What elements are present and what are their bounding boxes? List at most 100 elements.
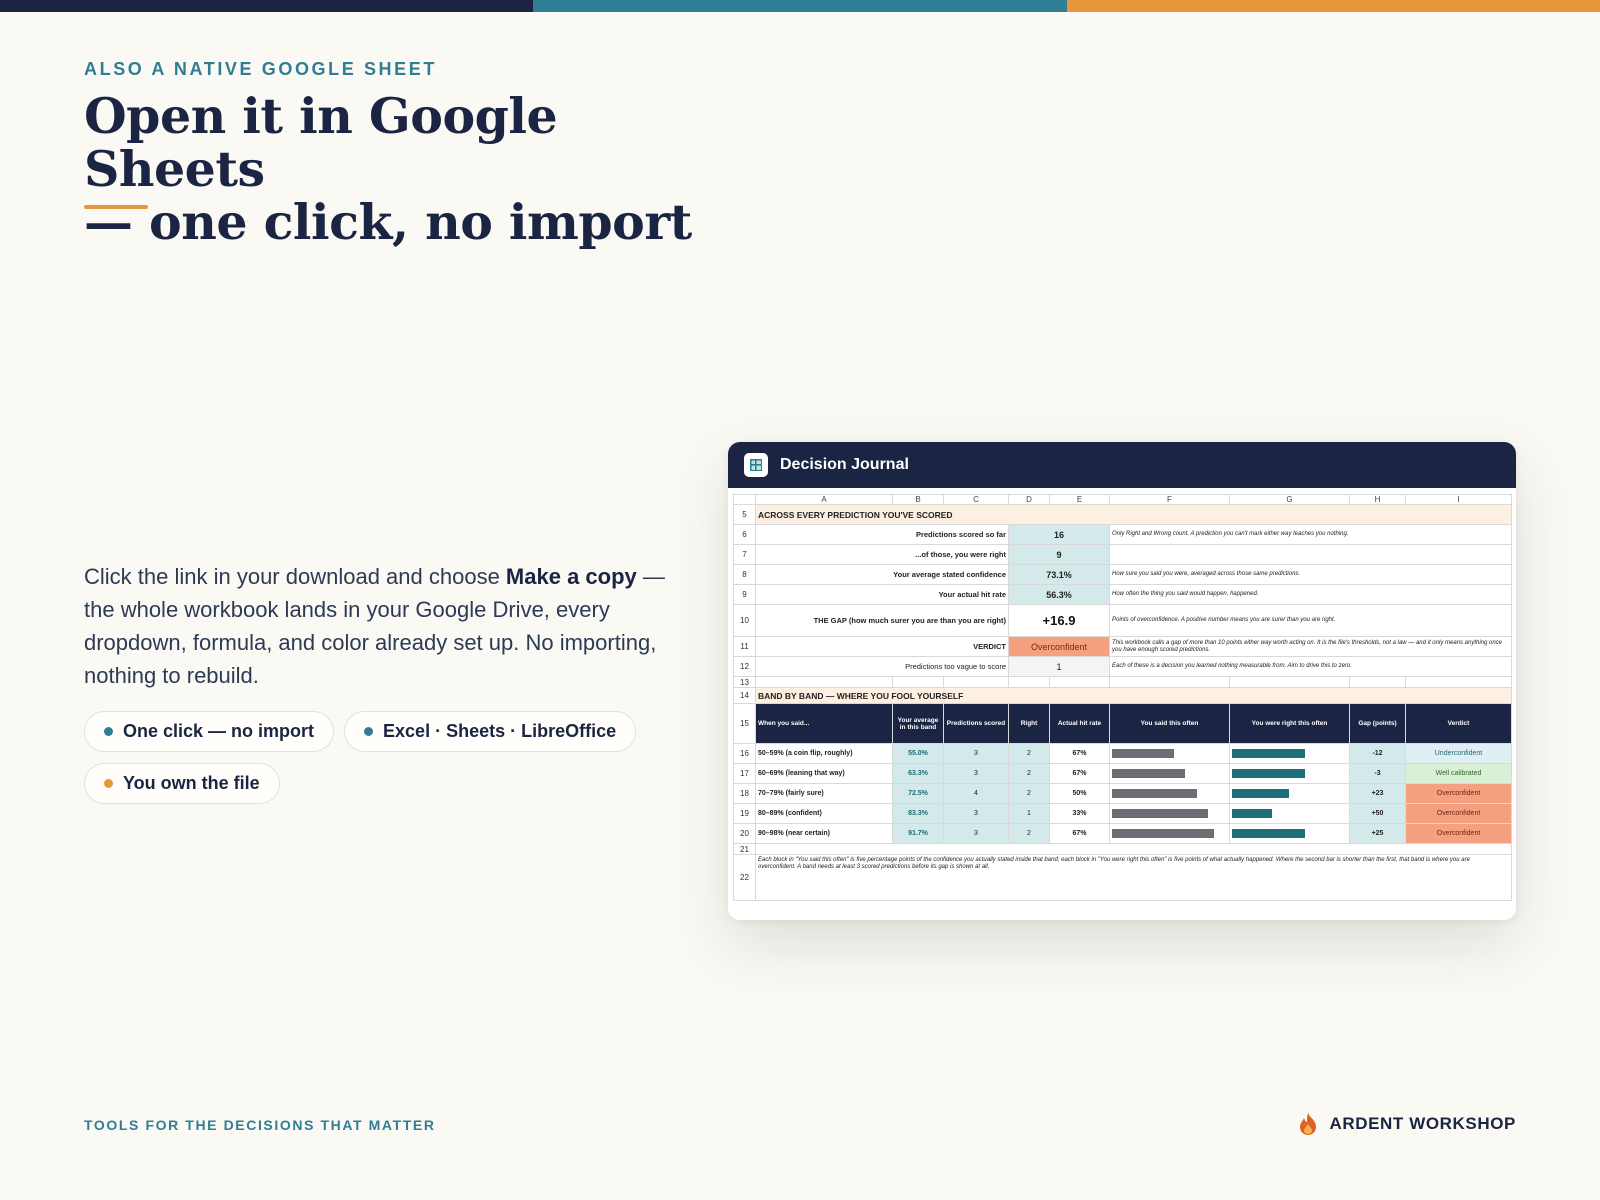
summary-note[interactable]: Only Right and Wrong count. A prediction…	[1109, 524, 1512, 545]
empty-cell[interactable]	[1229, 676, 1350, 688]
said-bar-cell[interactable]	[1109, 823, 1230, 844]
gap-note[interactable]: Points of overconfidence. A positive num…	[1109, 604, 1512, 637]
band-verdict[interactable]: Overconfident	[1405, 803, 1512, 824]
band-gap[interactable]: +50	[1349, 803, 1406, 824]
band-scored[interactable]: 3	[943, 823, 1009, 844]
summary-value[interactable]: 16	[1008, 524, 1110, 545]
band-scored[interactable]: 3	[943, 803, 1009, 824]
band-gap[interactable]: +23	[1349, 783, 1406, 804]
band-name[interactable]: 60–69% (leaning that way)	[755, 763, 893, 784]
band-header-cell[interactable]: Right	[1008, 703, 1050, 744]
band-hit-rate[interactable]: 50%	[1049, 783, 1110, 804]
right-bar-cell[interactable]	[1229, 803, 1350, 824]
empty-cell[interactable]	[755, 843, 1512, 855]
band-name[interactable]: 50–59% (a coin flip, roughly)	[755, 743, 893, 764]
summary-note[interactable]: How sure you said you were, averaged acr…	[1109, 564, 1512, 585]
column-header[interactable]: B	[892, 494, 944, 505]
said-bar-cell[interactable]	[1109, 783, 1230, 804]
said-bar-cell[interactable]	[1109, 803, 1230, 824]
said-bar-cell[interactable]	[1109, 763, 1230, 784]
band-verdict[interactable]: Well calibrated	[1405, 763, 1512, 784]
band-name[interactable]: 90–98% (near certain)	[755, 823, 893, 844]
band-name[interactable]: 80–89% (confident)	[755, 803, 893, 824]
right-bar-cell[interactable]	[1229, 743, 1350, 764]
band-average[interactable]: 63.3%	[892, 763, 944, 784]
right-bar-cell[interactable]	[1229, 783, 1350, 804]
band-header-cell[interactable]: Gap (points)	[1349, 703, 1406, 744]
dot-icon	[104, 779, 113, 788]
summary-value[interactable]: 9	[1008, 544, 1110, 565]
column-header[interactable]: D	[1008, 494, 1050, 505]
vague-value[interactable]: 1	[1008, 656, 1110, 677]
band-right[interactable]: 2	[1008, 783, 1050, 804]
column-header[interactable]: H	[1349, 494, 1406, 505]
band-hit-rate[interactable]: 67%	[1049, 763, 1110, 784]
band-gap[interactable]: -3	[1349, 763, 1406, 784]
band-hit-rate[interactable]: 67%	[1049, 743, 1110, 764]
band-verdict[interactable]: Overconfident	[1405, 783, 1512, 804]
band-average[interactable]: 72.5%	[892, 783, 944, 804]
band-hit-rate[interactable]: 67%	[1049, 823, 1110, 844]
band-right[interactable]: 2	[1008, 743, 1050, 764]
gap-value[interactable]: +16.9	[1008, 604, 1110, 637]
band-header-cell[interactable]: When you said...	[755, 703, 893, 744]
band-verdict[interactable]: Underconfident	[1405, 743, 1512, 764]
empty-cell[interactable]	[1405, 676, 1512, 688]
summary-label[interactable]: Predictions scored so far	[755, 524, 1009, 545]
column-header[interactable]: G	[1229, 494, 1350, 505]
band-right[interactable]: 1	[1008, 803, 1050, 824]
right-bar-cell[interactable]	[1229, 763, 1350, 784]
empty-cell[interactable]	[1008, 676, 1050, 688]
band-right[interactable]: 2	[1008, 823, 1050, 844]
band-average[interactable]: 55.0%	[892, 743, 944, 764]
summary-value[interactable]: 73.1%	[1008, 564, 1110, 585]
verdict-note[interactable]: This workbook calls a gap of more than 1…	[1109, 636, 1512, 657]
summary-value[interactable]: 56.3%	[1008, 584, 1110, 605]
summary-label[interactable]: Your actual hit rate	[755, 584, 1009, 605]
band-header-cell[interactable]: Actual hit rate	[1049, 703, 1110, 744]
empty-cell[interactable]	[892, 676, 944, 688]
section-title[interactable]: ACROSS EVERY PREDICTION YOU'VE SCORED	[755, 504, 1512, 525]
vague-note[interactable]: Each of these is a decision you learned …	[1109, 656, 1512, 677]
empty-cell[interactable]	[1049, 676, 1110, 688]
band-header-cell[interactable]: You were right this often	[1229, 703, 1350, 744]
band-scored[interactable]: 3	[943, 743, 1009, 764]
summary-note[interactable]	[1109, 544, 1512, 565]
brand-logo[interactable]: ARDENT WORKSHOP	[1297, 1112, 1516, 1136]
verdict-value[interactable]: Overconfident	[1008, 636, 1110, 657]
summary-note[interactable]: How often the thing you said would happe…	[1109, 584, 1512, 605]
summary-label[interactable]: ...of those, you were right	[755, 544, 1009, 565]
band-hit-rate[interactable]: 33%	[1049, 803, 1110, 824]
section-title[interactable]: BAND BY BAND — WHERE YOU FOOL YOURSELF	[755, 687, 1512, 704]
band-scored[interactable]: 4	[943, 783, 1009, 804]
column-header[interactable]: I	[1405, 494, 1512, 505]
band-scored[interactable]: 3	[943, 763, 1009, 784]
band-header-cell[interactable]: Your average in this band	[892, 703, 944, 744]
gap-label[interactable]: THE GAP (how much surer you are than you…	[755, 604, 1009, 637]
column-header[interactable]: E	[1049, 494, 1110, 505]
band-gap[interactable]: -12	[1349, 743, 1406, 764]
column-header[interactable]: A	[755, 494, 893, 505]
headline-underline	[84, 205, 148, 209]
verdict-label[interactable]: VERDICT	[755, 636, 1009, 657]
column-header[interactable]: F	[1109, 494, 1230, 505]
empty-cell[interactable]	[1349, 676, 1406, 688]
band-header-cell[interactable]: You said this often	[1109, 703, 1230, 744]
band-gap[interactable]: +25	[1349, 823, 1406, 844]
vague-label[interactable]: Predictions too vague to score	[755, 656, 1009, 677]
empty-cell[interactable]	[943, 676, 1009, 688]
summary-label[interactable]: Your average stated confidence	[755, 564, 1009, 585]
footnote[interactable]: Each block in "You said this often" is f…	[755, 854, 1512, 901]
band-header-cell[interactable]: Predictions scored	[943, 703, 1009, 744]
band-verdict[interactable]: Overconfident	[1405, 823, 1512, 844]
empty-cell[interactable]	[1109, 676, 1230, 688]
band-average[interactable]: 83.3%	[892, 803, 944, 824]
right-bar-cell[interactable]	[1229, 823, 1350, 844]
band-name[interactable]: 70–79% (fairly sure)	[755, 783, 893, 804]
band-right[interactable]: 2	[1008, 763, 1050, 784]
empty-cell[interactable]	[755, 676, 893, 688]
said-bar-cell[interactable]	[1109, 743, 1230, 764]
column-header[interactable]: C	[943, 494, 1009, 505]
band-header-cell[interactable]: Verdict	[1405, 703, 1512, 744]
band-average[interactable]: 91.7%	[892, 823, 944, 844]
